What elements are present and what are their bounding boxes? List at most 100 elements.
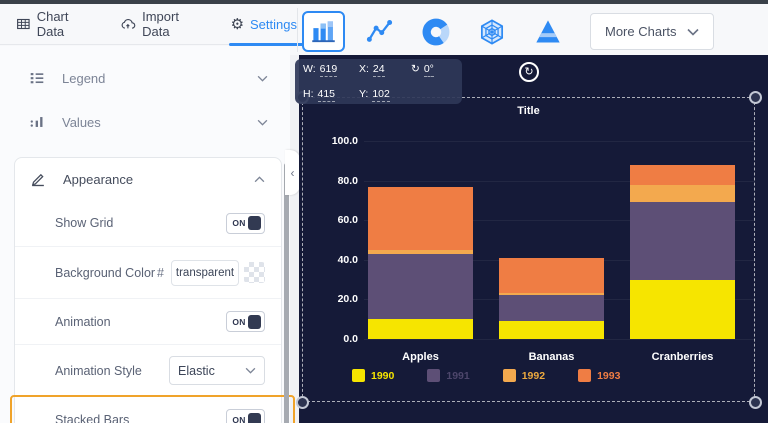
cloud-upload-icon [120, 16, 136, 32]
data-tabs: Chart Data Import Data ⚙ Settings [0, 4, 297, 45]
y-value[interactable]: 102 [372, 88, 390, 102]
settings-sidebar: Legend Values Appearance Show Grid ON Ba… [0, 46, 290, 423]
option-animation: Animation ON [15, 298, 281, 344]
background-color-label: Background Color [55, 266, 157, 280]
gridline [364, 339, 755, 340]
chart-type-donut[interactable] [414, 11, 457, 52]
width-field: W: 619 [303, 63, 359, 77]
rotation-value[interactable]: 0° [424, 63, 434, 77]
x-value[interactable]: 24 [373, 63, 385, 77]
legend-swatch [352, 369, 365, 382]
rotate-icon: ↻ [411, 63, 420, 75]
y-label: Y: [359, 88, 368, 100]
sidebar-collapse-handle[interactable]: ‹ [285, 150, 300, 195]
tab-import-data[interactable]: Import Data [120, 4, 204, 44]
chart-title: Title [302, 105, 755, 117]
toolbar-divider [297, 8, 298, 52]
chevron-left-icon: ‹ [291, 166, 295, 180]
legend-label: 1991 [446, 370, 469, 382]
section-appearance[interactable]: Appearance [15, 158, 281, 200]
bar-segment-1993 [630, 165, 735, 185]
toggle-knob [248, 413, 261, 423]
chart-type-picker: More Charts [302, 8, 714, 55]
x-axis-category-label: Bananas [479, 351, 624, 363]
chart-type-line[interactable] [358, 11, 401, 52]
tab-settings[interactable]: ⚙ Settings [231, 4, 297, 44]
x-field: X:24 [359, 63, 411, 77]
toggle-knob [248, 216, 261, 230]
y-axis-tick-label: 40.0 [313, 254, 358, 266]
animation-toggle[interactable]: ON [226, 311, 265, 332]
animation-style-select[interactable]: Elastic [169, 356, 265, 385]
bar-segment-1991 [630, 202, 735, 279]
animation-label: Animation [55, 315, 226, 329]
chart-type-radar[interactable] [470, 11, 513, 52]
x-axis-category-label: Cranberries [610, 351, 755, 363]
width-value[interactable]: 619 [320, 63, 338, 77]
option-stacked-bars: Stacked Bars ON [15, 396, 281, 423]
appearance-card: Appearance Show Grid ON Background Color… [14, 157, 282, 423]
chart-type-pyramid[interactable] [526, 11, 569, 52]
option-show-grid: Show Grid ON [15, 200, 281, 246]
appearance-pencil-icon [29, 170, 47, 188]
background-color-input[interactable]: transparent [171, 260, 239, 286]
legend-swatch [427, 369, 440, 382]
tab-settings-label: Settings [250, 17, 297, 32]
tab-chart-data[interactable]: Chart Data [16, 4, 94, 44]
y-axis-tick-label: 60.0 [313, 214, 358, 226]
y-axis-tick-label: 80.0 [313, 175, 358, 187]
more-charts-label: More Charts [605, 24, 677, 39]
gridline [364, 141, 755, 142]
stacked-bars-toggle[interactable]: ON [226, 409, 265, 423]
legend-item-1993[interactable]: 1993 [578, 369, 620, 382]
bar-segment-1991 [499, 295, 604, 321]
width-label: W: [303, 63, 316, 75]
animation-style-label: Animation Style [55, 364, 169, 378]
selection-handle-top-right[interactable] [749, 91, 762, 104]
chart-type-bar[interactable] [302, 11, 345, 52]
y-axis-tick-label: 100.0 [313, 135, 358, 147]
chevron-down-icon [257, 119, 268, 126]
bar-segment-1993 [499, 258, 604, 294]
values-icon [28, 113, 46, 131]
transparent-swatch[interactable] [244, 262, 265, 283]
bar-segment-1992 [630, 185, 735, 203]
toggle-on-label: ON [230, 415, 248, 423]
selection-handle-bottom-left[interactable] [296, 396, 309, 409]
legend-swatch [578, 369, 591, 382]
hash-sign: # [157, 266, 164, 280]
radar-chart-icon [478, 18, 506, 46]
show-grid-toggle[interactable]: ON [226, 213, 265, 234]
legend-item-1990[interactable]: 1990 [352, 369, 394, 382]
legend-swatch [503, 369, 516, 382]
sidebar-scrollbar[interactable] [284, 163, 289, 423]
height-value[interactable]: 415 [318, 88, 336, 102]
show-grid-label: Show Grid [55, 216, 226, 230]
selection-handle-bottom-right[interactable] [749, 396, 762, 409]
chart-editor-app: { "colors": { "accent_blue": "#2e8af3", … [0, 0, 768, 423]
legend-item-1992[interactable]: 1992 [503, 369, 545, 382]
section-values-label: Values [62, 115, 257, 130]
background-color-value: transparent [176, 267, 234, 279]
height-field: H:415 [303, 88, 359, 102]
more-charts-button[interactable]: More Charts [590, 13, 714, 50]
chart-legend: 1990 1991 1992 1993 [352, 369, 620, 382]
table-icon [16, 16, 31, 32]
section-legend[interactable]: Legend [0, 56, 290, 100]
legend-item-1991[interactable]: 1991 [427, 369, 469, 382]
option-animation-style: Animation Style Elastic [15, 344, 281, 396]
y-field: Y: 102 [359, 88, 411, 102]
section-appearance-label: Appearance [63, 172, 254, 187]
chart-canvas[interactable]: Title 100.080.060.040.020.00.0ApplesBana… [299, 55, 768, 423]
bar-segment-1990 [630, 280, 735, 339]
toggle-on-label: ON [230, 317, 248, 327]
rotation-handle[interactable]: ↻ [519, 62, 539, 82]
section-legend-label: Legend [62, 71, 257, 86]
chevron-down-icon [257, 75, 268, 82]
legend-icon [28, 69, 46, 87]
chevron-down-icon [687, 28, 699, 36]
legend-label: 1992 [522, 370, 545, 382]
section-values[interactable]: Values [0, 100, 290, 144]
bar-segment-1992 [499, 293, 604, 295]
bar-chart-icon [310, 18, 337, 45]
